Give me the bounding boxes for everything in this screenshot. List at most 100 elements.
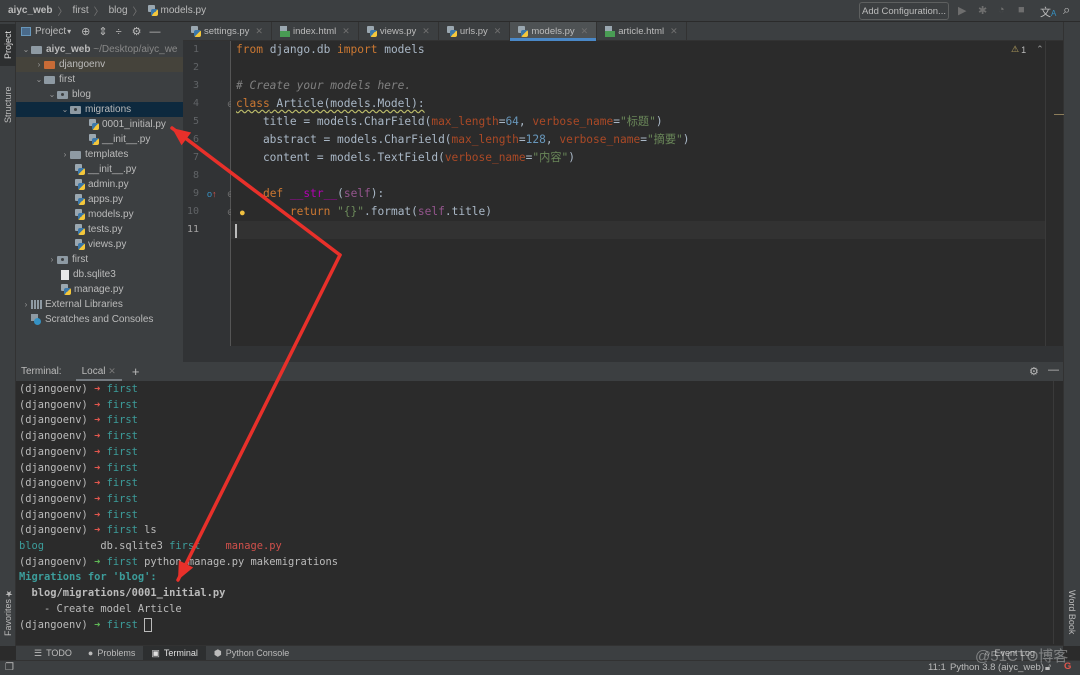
chevron-down-icon[interactable]: ⌄ xyxy=(47,90,57,99)
hide-panel-icon[interactable]: — xyxy=(150,26,161,38)
terminal-line: Migrations for 'blog': xyxy=(19,570,157,585)
tree-item-label: templates xyxy=(85,149,129,160)
project-view-dropdown[interactable]: Project xyxy=(35,26,66,37)
tool-tab-todo[interactable]: ☰ TODO xyxy=(26,646,80,660)
tree-item-external-libraries[interactable]: › External Libraries xyxy=(16,297,183,312)
chevron-right-icon[interactable]: › xyxy=(21,300,31,309)
tab-index-html[interactable]: index.html ✕ xyxy=(272,22,359,40)
structure-tool-tab[interactable]: Structure xyxy=(0,74,16,136)
add-configuration-button[interactable]: Add Configuration... xyxy=(859,2,949,20)
title-bar: aiyc_web 〉 first 〉 blog 〉 models.py Add … xyxy=(0,0,1080,22)
editor-scrollbar[interactable] xyxy=(1045,41,1064,346)
tree-item-label: first xyxy=(72,254,89,265)
prompt-dir: first xyxy=(106,383,145,395)
toggle-tool-windows-icon[interactable]: ❐ xyxy=(5,662,14,673)
prompt-command: python manage.py makemigrations xyxy=(144,555,339,568)
terminal-line: (djangoenv) ➜ first xyxy=(19,429,144,444)
lightbulb-icon[interactable]: ● xyxy=(239,207,246,219)
tree-item-first-package[interactable]: › first xyxy=(16,252,183,267)
new-terminal-icon[interactable]: + xyxy=(132,364,140,379)
expand-all-icon[interactable]: ⇕ xyxy=(98,25,107,38)
tool-tab-label: TODO xyxy=(46,648,72,658)
chevron-right-icon[interactable]: › xyxy=(60,150,70,159)
prompt-env: (djangoenv) xyxy=(19,508,95,521)
locate-icon[interactable]: ⊕ xyxy=(81,25,90,38)
tree-item-migrations[interactable]: ⌄ migrations xyxy=(16,102,183,117)
tool-tab-python-console[interactable]: ⬢ Python Console xyxy=(206,646,297,660)
tree-item-apps[interactable]: apps.py xyxy=(16,192,183,207)
close-icon[interactable]: ✕ xyxy=(255,26,263,37)
tree-item-manage[interactable]: manage.py xyxy=(16,282,183,297)
package-icon xyxy=(57,90,68,99)
prompt-dir: first xyxy=(106,398,145,411)
tab-views-py[interactable]: views.py ✕ xyxy=(359,22,439,40)
tree-item-label: db.sqlite3 xyxy=(73,269,116,280)
tab-urls-py[interactable]: urls.py ✕ xyxy=(439,22,511,40)
translate-icon[interactable]: 文A xyxy=(1040,4,1056,20)
close-icon[interactable]: ✕ xyxy=(670,26,678,37)
tree-item-label: External Libraries xyxy=(45,299,123,310)
tree-item-views[interactable]: views.py xyxy=(16,237,183,252)
tree-item-admin[interactable]: admin.py xyxy=(16,177,183,192)
code-editor[interactable]: from django.db import models # Create yo… xyxy=(231,41,1045,346)
breadcrumb-item-first[interactable]: first xyxy=(72,5,88,16)
terminal-tab-label: Local xyxy=(81,366,106,377)
project-tool-tab[interactable]: Project xyxy=(0,24,16,66)
chevron-down-icon[interactable]: ⌄ xyxy=(60,105,70,114)
override-method-icon[interactable]: o↑ xyxy=(207,189,217,199)
terminal-line: (djangoenv) ➜ first python manage.py mak… xyxy=(19,555,338,570)
tab-settings-py[interactable]: settings.py ✕ xyxy=(183,22,272,40)
tree-item-djangoenv[interactable]: › djangoenv xyxy=(16,57,183,72)
scratches-icon xyxy=(31,314,42,325)
gear-icon[interactable]: ⚙ xyxy=(132,25,142,38)
tree-item-tests[interactable]: tests.py xyxy=(16,222,183,237)
tool-tab-problems[interactable]: ● Problems xyxy=(80,646,143,660)
coverage-icon[interactable]: ◔ xyxy=(998,4,1005,16)
gear-icon[interactable]: ⚙ xyxy=(1029,365,1039,378)
chevron-right-icon[interactable]: › xyxy=(34,60,44,69)
tree-item-blog-init[interactable]: __init__.py xyxy=(16,162,183,177)
tree-item-aiyc-web[interactable]: ⌄ aiyc_web ~/Desktop/aiyc_we xyxy=(16,42,183,57)
tool-tab-terminal[interactable]: ▣ Terminal xyxy=(143,646,206,660)
close-icon[interactable]: ✕ xyxy=(581,26,589,37)
terminal-line: (djangoenv) ➜ first xyxy=(19,508,144,523)
tree-item-templates[interactable]: › templates xyxy=(16,147,183,162)
tree-item-models[interactable]: models.py xyxy=(16,207,183,222)
tree-item-scratches[interactable]: Scratches and Consoles xyxy=(16,312,183,327)
collapse-all-icon[interactable]: ÷ xyxy=(116,26,122,38)
close-icon[interactable]: ✕ xyxy=(422,26,430,37)
favorites-tool-tab[interactable]: Favorites ★ xyxy=(0,582,16,642)
tree-item-first[interactable]: ⌄ first xyxy=(16,72,183,87)
previous-highlight-icon[interactable]: ⌃ xyxy=(1036,44,1044,55)
stop-icon[interactable]: ■ xyxy=(1018,4,1025,16)
play-icon[interactable]: ▶ xyxy=(958,4,966,17)
tab-models-py[interactable]: models.py ✕ xyxy=(510,22,598,41)
hide-panel-icon[interactable]: — xyxy=(1048,364,1059,376)
chevron-down-icon[interactable]: ⌄ xyxy=(34,75,44,84)
chevron-down-icon[interactable]: ▾ xyxy=(67,27,71,36)
terminal-scrollbar[interactable] xyxy=(1053,381,1063,644)
terminal-output[interactable]: (djangoenv) ➜ first (djangoenv) ➜ first … xyxy=(16,381,1053,644)
terminal-title: Terminal: xyxy=(21,366,62,377)
terminal-tab-local[interactable]: Local ✕ xyxy=(75,362,122,381)
search-icon[interactable]: ⌕ xyxy=(1063,2,1070,18)
breadcrumb-item-project[interactable]: aiyc_web xyxy=(8,5,52,16)
tree-item-0001-initial[interactable]: 0001_initial.py xyxy=(16,117,183,132)
close-icon[interactable]: ✕ xyxy=(108,366,116,376)
close-icon[interactable]: ✕ xyxy=(494,26,502,37)
code-line-4: class Article(models.Model): xyxy=(236,97,425,110)
warning-marker[interactable] xyxy=(1054,114,1064,115)
tree-item-db-sqlite3[interactable]: db.sqlite3 xyxy=(16,267,183,282)
caret-position[interactable]: 11:1 xyxy=(928,662,946,673)
tab-article-html[interactable]: article.html ✕ xyxy=(597,22,687,40)
chevron-right-icon[interactable]: › xyxy=(47,255,57,264)
tree-item-blog[interactable]: ⌄ blog xyxy=(16,87,183,102)
chevron-down-icon[interactable]: ⌄ xyxy=(21,45,31,54)
wordbook-tool-tab[interactable]: Word Book xyxy=(1064,577,1080,647)
close-icon[interactable]: ✕ xyxy=(342,26,350,37)
breadcrumb-item-blog[interactable]: blog xyxy=(109,5,128,16)
tree-item-migrations-init[interactable]: __init__.py xyxy=(16,132,183,147)
terminal-line: (djangoenv) ➜ first xyxy=(19,398,144,413)
bug-icon[interactable]: ✱ xyxy=(978,4,987,17)
breadcrumb-item-file[interactable]: models.py xyxy=(161,5,207,16)
